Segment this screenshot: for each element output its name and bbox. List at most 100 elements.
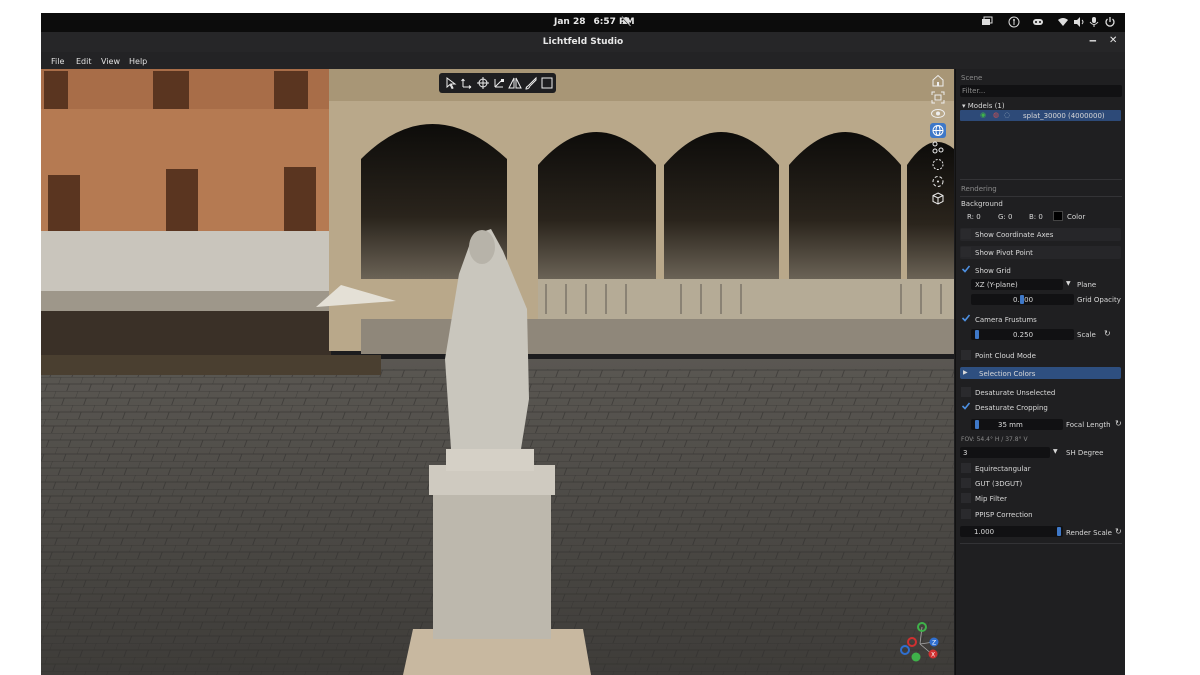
gut-label: GUT (3DGUT) xyxy=(975,480,1023,488)
menu-view[interactable]: View xyxy=(101,57,120,66)
mip-filter-label: Mip Filter xyxy=(975,495,1007,503)
brush-icon[interactable] xyxy=(524,76,538,90)
frustum-scale-knob[interactable] xyxy=(975,330,979,339)
point-cloud-mode-checkbox[interactable] xyxy=(961,350,971,360)
crop-box-icon[interactable] xyxy=(540,76,554,90)
ppisp-correction-label: PPISP Correction xyxy=(975,511,1033,519)
show-coordinate-axes-checkbox[interactable] xyxy=(961,229,971,239)
accessibility-icon[interactable] xyxy=(1008,16,1020,28)
refresh-icon[interactable]: ◌ xyxy=(1004,111,1010,119)
gamepad-icon[interactable] xyxy=(1032,16,1044,28)
bg-b-field[interactable]: B: 0 xyxy=(1029,213,1043,221)
background-color-swatch[interactable] xyxy=(1053,211,1063,221)
bg-r-field[interactable]: R: 0 xyxy=(967,213,981,221)
window-title-bar[interactable]: Lichtfeld Studio ‒ ✕ xyxy=(41,32,1125,52)
model-count: (4000000) xyxy=(1068,112,1105,120)
show-grid-label: Show Grid xyxy=(975,267,1011,275)
rotate-icon[interactable] xyxy=(476,76,490,90)
rendering-header: Rendering xyxy=(961,185,997,193)
chevron-right-icon: ▶ xyxy=(963,369,968,376)
scale-icon[interactable] xyxy=(492,76,506,90)
grid-opacity-slider[interactable]: 0.500 xyxy=(971,294,1074,305)
reset-scale-icon[interactable]: ↻ xyxy=(1104,329,1111,338)
home-icon[interactable] xyxy=(930,73,946,88)
eye-icon[interactable] xyxy=(930,106,946,121)
grid-opacity-label: Grid Opacity xyxy=(1077,296,1121,304)
desaturate-unselected-checkbox[interactable] xyxy=(961,387,971,397)
date-text: Jan 28 xyxy=(554,17,586,27)
reset-render-scale-icon[interactable]: ↻ xyxy=(1115,527,1122,536)
bg-r-value: 0 xyxy=(976,213,981,221)
sh-degree-chevron-icon[interactable]: ▼ xyxy=(1053,448,1058,455)
transform-toolbar xyxy=(439,73,556,93)
plane-label: Plane xyxy=(1077,281,1097,289)
menu-edit[interactable]: Edit xyxy=(76,57,92,66)
ppisp-correction-checkbox[interactable] xyxy=(961,509,971,519)
model-row-selected[interactable]: ◉ ◍ ◌ splat_30000 (4000000) xyxy=(960,110,1121,121)
arrow-cursor-icon[interactable] xyxy=(444,76,458,90)
microphone-icon[interactable] xyxy=(1088,16,1100,28)
x-axis-label: X xyxy=(931,652,935,659)
show-pivot-point-label: Show Pivot Point xyxy=(975,249,1033,257)
neg-z-axis-handle[interactable] xyxy=(900,645,910,655)
grid-opacity-knob[interactable] xyxy=(1020,295,1024,304)
lock-icon[interactable]: ◍ xyxy=(993,111,999,119)
plane-select[interactable]: XZ (Y-plane) xyxy=(971,279,1063,290)
focal-length-slider[interactable]: 35 mm xyxy=(971,419,1063,430)
translate-icon[interactable] xyxy=(460,76,474,90)
wifi-icon[interactable] xyxy=(1057,16,1069,28)
menu-help[interactable]: Help xyxy=(129,57,147,66)
lasso-icon[interactable] xyxy=(930,174,946,189)
system-top-bar: Jan 28 6:57 PM xyxy=(41,13,1125,32)
desaturate-unselected-label: Desaturate Unselected xyxy=(975,389,1056,397)
equirectangular-label: Equirectangular xyxy=(975,465,1031,473)
focal-length-label: Focal Length xyxy=(1066,421,1111,429)
globe-icon[interactable] xyxy=(930,123,946,138)
filter-input[interactable]: Filter... xyxy=(960,85,1122,97)
filter-placeholder: Filter... xyxy=(962,87,986,95)
focal-length-knob[interactable] xyxy=(975,420,979,429)
show-pivot-point-checkbox[interactable] xyxy=(961,247,971,257)
z-axis-label: Z xyxy=(932,640,936,647)
menu-file[interactable]: File xyxy=(51,57,64,66)
minimize-button[interactable]: ‒ xyxy=(1089,34,1097,47)
nodes-icon[interactable] xyxy=(930,140,946,155)
volume-icon[interactable] xyxy=(1073,16,1085,28)
power-icon[interactable] xyxy=(1104,16,1116,28)
sh-degree-select[interactable]: 3 xyxy=(960,447,1050,458)
camera-frustums-checkbox[interactable] xyxy=(961,313,971,323)
neg-y-axis-handle[interactable] xyxy=(911,652,921,662)
visibility-eye-icon[interactable]: ◉ xyxy=(980,111,986,119)
window-title: Lichtfeld Studio xyxy=(542,37,624,47)
render-scale-slider[interactable]: 1.000 xyxy=(960,526,1063,537)
models-label: Models (1) xyxy=(967,102,1005,110)
models-tree-node[interactable]: ▾ Models (1) xyxy=(962,102,1005,110)
close-button[interactable]: ✕ xyxy=(1109,35,1117,46)
notifications-muted-icon[interactable] xyxy=(621,16,631,27)
menu-bar: File Edit View Help xyxy=(41,52,1125,69)
equirectangular-checkbox[interactable] xyxy=(961,463,971,473)
reset-focal-length-icon[interactable]: ↻ xyxy=(1115,419,1122,428)
bg-b-label: B: xyxy=(1029,213,1037,221)
model-name: splat_30000 xyxy=(1023,112,1066,120)
mirror-icon[interactable] xyxy=(508,76,522,90)
render-scale-knob[interactable] xyxy=(1057,527,1061,536)
window-switch-icon[interactable] xyxy=(981,16,993,28)
3d-viewport[interactable]: Z X xyxy=(41,69,954,675)
cube-icon[interactable] xyxy=(930,191,946,206)
chevron-down-icon[interactable]: ▼ xyxy=(1066,280,1071,287)
focus-icon[interactable] xyxy=(930,90,946,105)
bg-b-value: 0 xyxy=(1038,213,1043,221)
desktop-screen: Jan 28 6:57 PM Lichtfeld Studio ‒ ✕ File … xyxy=(41,13,1125,675)
mip-filter-checkbox[interactable] xyxy=(961,493,971,503)
select-circle-icon[interactable] xyxy=(930,157,946,172)
axis-orientation-gizmo[interactable]: Z X xyxy=(896,622,942,664)
point-cloud-mode-label: Point Cloud Mode xyxy=(975,352,1036,360)
bg-g-field[interactable]: G: 0 xyxy=(998,213,1013,221)
gut-checkbox[interactable] xyxy=(961,478,971,488)
desaturate-cropping-checkbox[interactable] xyxy=(961,401,971,411)
show-grid-checkbox[interactable] xyxy=(961,264,971,274)
neg-x-axis-handle[interactable] xyxy=(907,637,917,647)
frustum-scale-slider[interactable]: 0.250 xyxy=(971,329,1074,340)
viewport-side-tools xyxy=(928,73,948,213)
